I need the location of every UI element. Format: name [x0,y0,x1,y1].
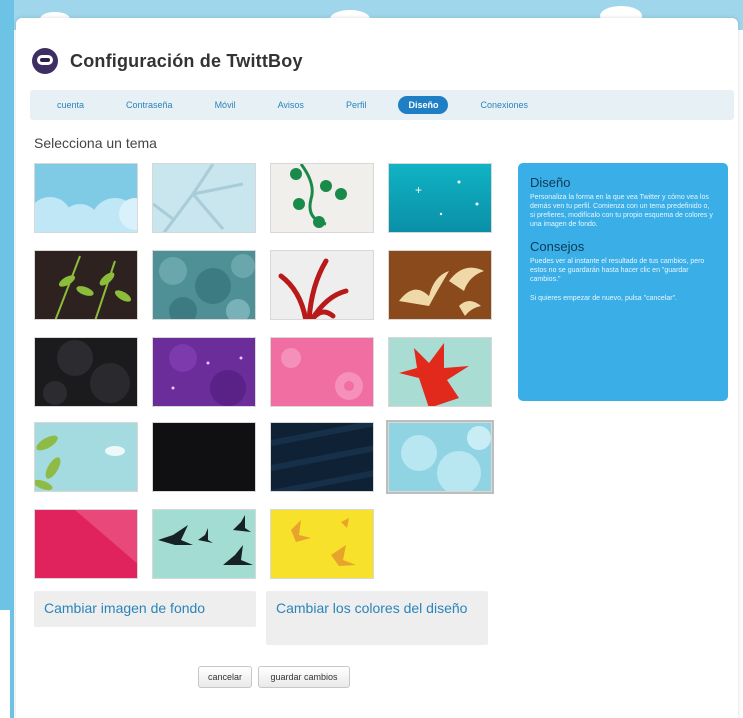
theme-navy-stripes-preview [271,423,373,491]
theme-teal-stars-preview: + [389,164,491,232]
theme-red-leaf-mint[interactable] [388,337,492,407]
settings-panel: Configuración de TwittBoy cuenta Contras… [16,18,738,718]
design-info-sidebar: Diseño Personaliza la forma en la que ve… [518,163,728,401]
tab-movil[interactable]: Móvil [205,96,246,114]
theme-light-blue-clouds-preview [389,423,491,491]
theme-green-vine-preview [271,164,373,232]
theme-teal-foliage[interactable] [152,250,256,320]
tab-perfil[interactable]: Perfil [336,96,377,114]
theme-pink-flowers-preview [271,338,373,406]
theme-branches-light[interactable] [152,163,256,233]
theme-brown-birds-preview [389,251,491,319]
tips-text-2: Si quieres empezar de nuevo, pulsa "canc… [530,295,677,302]
theme-pink-flowers[interactable] [270,337,374,407]
tab-contrasena[interactable]: Contraseña [116,96,183,114]
theme-birds-mint[interactable] [152,509,256,579]
save-changes-button[interactable]: guardar cambios [258,666,350,688]
theme-clouds-blue-preview [35,164,137,232]
twittboy-logo-icon [32,48,58,74]
theme-teal-stars[interactable]: + [388,163,492,233]
theme-navy-stripes[interactable] [270,422,374,492]
theme-red-leaf-mint-preview [389,338,491,406]
theme-red-plant[interactable] [270,250,374,320]
theme-purple-sparkle[interactable] [152,337,256,407]
change-colors-link[interactable]: Cambiar los colores del diseño [266,591,488,645]
theme-dark-leaves[interactable] [34,250,138,320]
tab-avisos[interactable]: Avisos [268,96,314,114]
svg-text:+: + [415,183,422,197]
design-title: Diseño [530,175,571,190]
theme-clouds-blue[interactable] [34,163,138,233]
theme-green-leaves-sky-preview [35,423,137,491]
theme-red-plant-preview [271,251,373,319]
tab-diseno[interactable]: Diseño [398,96,449,114]
page-title: Configuración de TwittBoy [70,50,303,71]
theme-light-blue-clouds[interactable] [386,420,494,494]
theme-dark-leaves-preview [35,251,137,319]
theme-yellow-splash-preview [271,510,373,578]
theme-dark-smoke[interactable] [34,337,138,407]
theme-green-vine[interactable] [270,163,374,233]
tab-conexiones[interactable]: Conexiones [470,96,538,114]
theme-pink-diagonal[interactable] [34,509,138,579]
theme-pink-diagonal-preview [35,510,137,578]
theme-brown-birds[interactable] [388,250,492,320]
theme-teal-foliage-preview [153,251,255,319]
change-background-link[interactable]: Cambiar imagen de fondo [34,591,256,627]
theme-purple-sparkle-preview [153,338,255,406]
tips-title: Consejos [530,239,585,254]
theme-yellow-splash[interactable] [270,509,374,579]
design-description: Personaliza la forma en la que vea Twitt… [530,194,713,228]
tips-text-1: Puedes ver al instante el resultado de t… [530,258,705,283]
theme-birds-mint-preview [153,510,255,578]
settings-tabs: cuenta Contraseña Móvil Avisos Perfil Di… [30,90,734,120]
background-edge-bottom [0,610,10,718]
cancel-button[interactable]: cancelar [198,666,252,688]
tab-cuenta[interactable]: cuenta [47,96,94,114]
theme-branches-light-preview [153,164,255,232]
theme-black-pattern-preview [153,423,255,491]
theme-dark-smoke-preview [35,338,137,406]
page-header: Configuración de TwittBoy [32,36,303,86]
theme-green-leaves-sky[interactable] [34,422,138,492]
theme-black-pattern[interactable] [152,422,256,492]
themes-heading: Selecciona un tema [34,135,157,151]
